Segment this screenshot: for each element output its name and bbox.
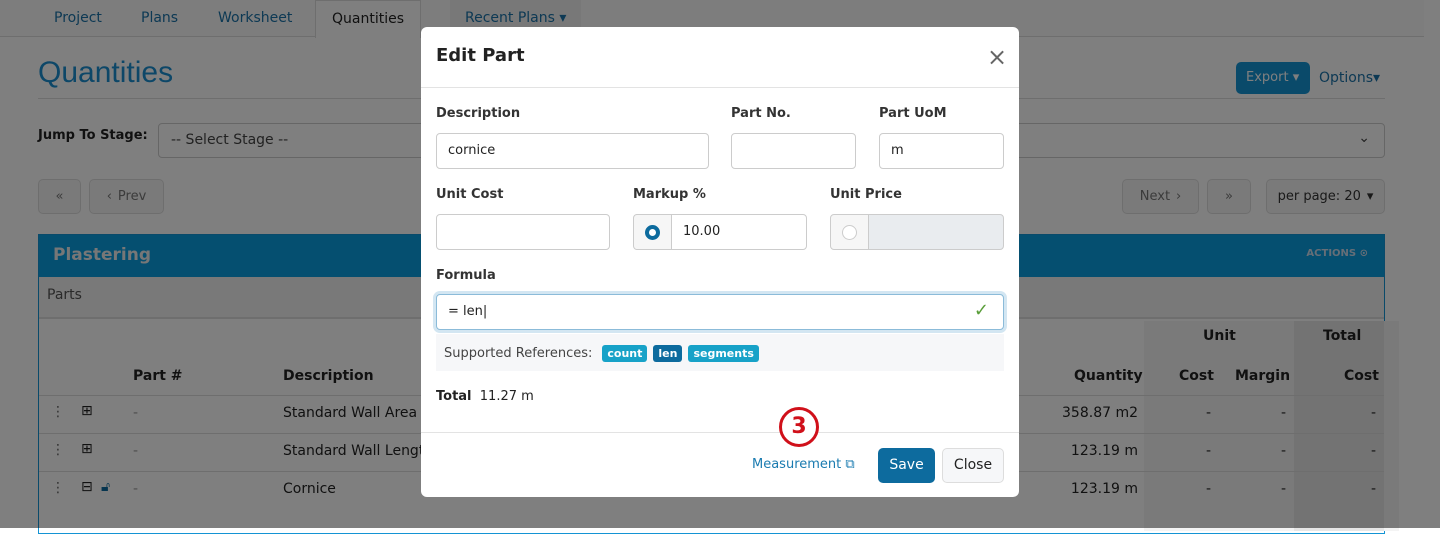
markup-label: Markup % xyxy=(633,187,706,202)
total-value: 11.27 m xyxy=(479,389,534,404)
unit-cost-input[interactable] xyxy=(436,214,610,250)
unit-price-radio[interactable] xyxy=(830,214,869,250)
reference-tag-count[interactable]: count xyxy=(602,345,648,362)
supported-references: Supported References: count len segments xyxy=(436,334,1004,371)
markup-input[interactable]: 10.00 xyxy=(671,214,807,250)
save-button[interactable]: Save xyxy=(878,448,935,483)
unit-price-label: Unit Price xyxy=(830,187,902,202)
radio-selected-icon xyxy=(645,225,660,240)
unit-price-input[interactable] xyxy=(868,214,1004,250)
formula-label: Formula xyxy=(436,268,496,283)
unit-cost-label: Unit Cost xyxy=(436,187,504,202)
radio-unselected-icon xyxy=(842,225,857,240)
measurement-label: Measurement xyxy=(752,457,842,472)
close-icon[interactable]: × xyxy=(987,43,1007,71)
markup-radio[interactable] xyxy=(633,214,672,250)
external-link-icon: ⧉ xyxy=(845,457,855,472)
part-no-label: Part No. xyxy=(731,106,791,121)
formula-value: = len xyxy=(448,304,483,319)
total-readout: Total 11.27 m xyxy=(436,389,534,404)
description-label: Description xyxy=(436,106,521,121)
checkmark-icon: ✓ xyxy=(973,300,989,321)
part-no-input[interactable] xyxy=(731,133,856,169)
uom-label: Part UoM xyxy=(879,106,947,121)
description-input[interactable]: cornice xyxy=(436,133,709,169)
reference-tag-segments[interactable]: segments xyxy=(688,345,759,362)
modal-title: Edit Part xyxy=(436,45,525,66)
supported-label: Supported References: xyxy=(444,346,593,361)
edit-part-modal: Edit Part × Description Part No. Part Uo… xyxy=(421,27,1019,497)
total-label: Total xyxy=(436,389,472,404)
reference-tag-len[interactable]: len xyxy=(653,345,683,362)
measurement-link[interactable]: Measurement ⧉ xyxy=(752,457,855,472)
step-marker: 3 xyxy=(779,407,819,447)
close-button[interactable]: Close xyxy=(942,448,1004,483)
uom-input[interactable]: m xyxy=(879,133,1004,169)
formula-input[interactable]: = len| ✓ xyxy=(436,294,1004,330)
divider xyxy=(421,87,1019,88)
divider xyxy=(421,432,1019,433)
